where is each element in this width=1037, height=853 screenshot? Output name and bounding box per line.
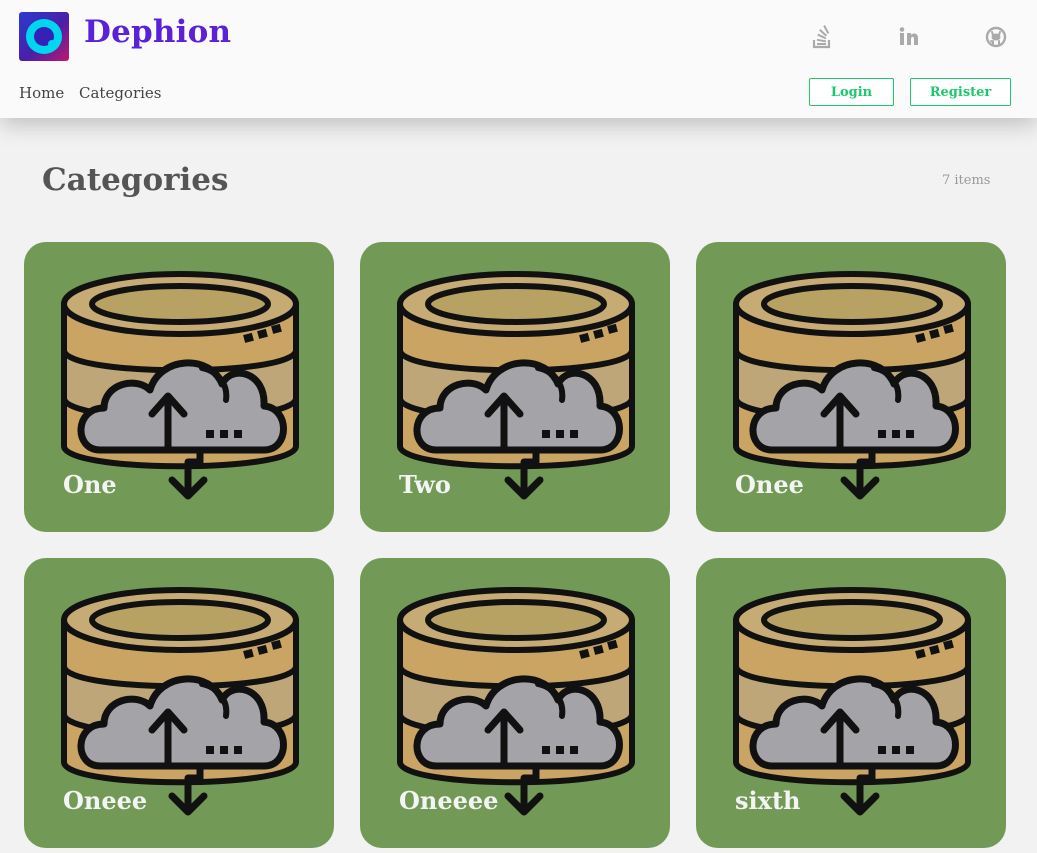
category-label: Oneeee — [399, 786, 499, 815]
category-label: Two — [399, 470, 451, 499]
github-icon[interactable] — [983, 24, 1009, 50]
site-header: Dephion Home Categories Login Register — [0, 0, 1037, 118]
register-button[interactable]: Register — [910, 78, 1011, 106]
category-label: sixth — [735, 786, 801, 815]
category-label: Oneee — [63, 786, 148, 815]
stackoverflow-icon[interactable] — [809, 24, 835, 50]
category-label: Onee — [735, 470, 804, 499]
login-button[interactable]: Login — [809, 78, 894, 106]
item-count: 7 items — [942, 173, 991, 188]
category-card-oneeee[interactable]: Oneeee — [360, 558, 670, 848]
category-card-sixth[interactable]: sixth — [696, 558, 1006, 848]
category-card-two[interactable]: Two — [360, 242, 670, 532]
category-card-one[interactable]: One — [24, 242, 334, 532]
category-label: One — [63, 470, 117, 499]
nav-home[interactable]: Home — [19, 84, 64, 102]
linkedin-icon[interactable] — [896, 24, 922, 50]
nav-categories[interactable]: Categories — [79, 84, 162, 102]
page-title: Categories — [42, 162, 229, 198]
brand-name[interactable]: Dephion — [84, 14, 231, 50]
category-card-onee[interactable]: Onee — [696, 242, 1006, 532]
category-card-oneee[interactable]: Oneee — [24, 558, 334, 848]
logo-icon[interactable] — [19, 12, 69, 61]
